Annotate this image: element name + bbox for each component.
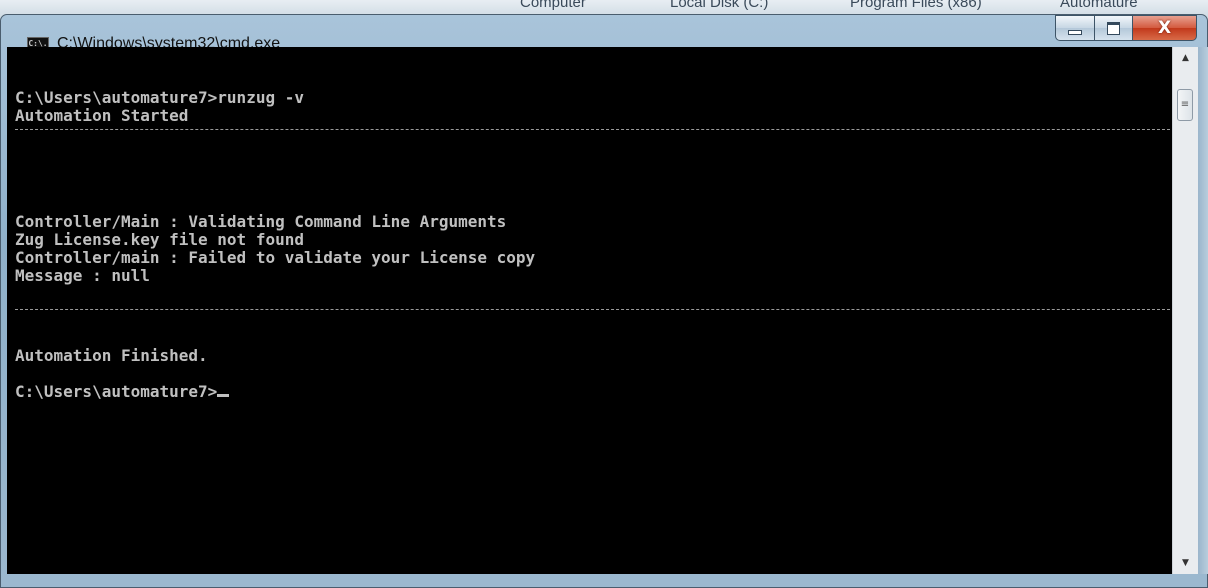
- maximize-button[interactable]: [1095, 15, 1133, 41]
- console-prompt-line: C:\Users\automature7>: [15, 382, 230, 401]
- separator-line: [15, 309, 1170, 310]
- text-cursor: [217, 394, 230, 397]
- arrow-down-icon: ▼: [1182, 558, 1189, 568]
- close-button[interactable]: X: [1133, 15, 1197, 41]
- maximize-icon: [1107, 21, 1120, 35]
- breadcrumb-item: Computer: [520, 0, 586, 11]
- minimize-button[interactable]: [1055, 15, 1095, 41]
- console-output[interactable]: C:\Users\automature7>runzug -v Automatio…: [7, 47, 1172, 574]
- console-prompt: C:\Users\automature7>: [15, 382, 218, 401]
- grip-icon: ≡: [1180, 99, 1190, 110]
- scroll-thumb[interactable]: ≡: [1177, 89, 1193, 121]
- console-line-command: C:\Users\automature7>runzug -v: [15, 88, 304, 107]
- console-line-not-found: Zug License.key file not found: [15, 230, 304, 249]
- arrow-up-icon: ▲: [1182, 53, 1189, 63]
- scroll-up-button[interactable]: ▲: [1173, 47, 1198, 69]
- console-line-message: Message : null: [15, 266, 150, 285]
- breadcrumb-item: Local Disk (C:): [670, 0, 769, 11]
- scroll-down-button[interactable]: ▼: [1173, 552, 1198, 574]
- console-line-validating: Controller/Main : Validating Command Lin…: [15, 212, 507, 231]
- vertical-scrollbar[interactable]: ▲ ≡ ▼: [1172, 47, 1198, 574]
- console-line-started: Automation Started: [15, 106, 189, 125]
- window-border-right: [1198, 47, 1208, 574]
- close-icon: X: [1157, 18, 1172, 38]
- minimize-icon: [1068, 29, 1082, 35]
- caption-buttons: X: [1055, 15, 1197, 45]
- breadcrumb-item: Program Files (x86): [850, 0, 982, 11]
- console-line-failed: Controller/main : Failed to validate you…: [15, 248, 536, 267]
- console-line-finished: Automation Finished.: [15, 346, 208, 365]
- separator-line: [15, 129, 1170, 130]
- breadcrumb-item: Automature: [1060, 0, 1138, 11]
